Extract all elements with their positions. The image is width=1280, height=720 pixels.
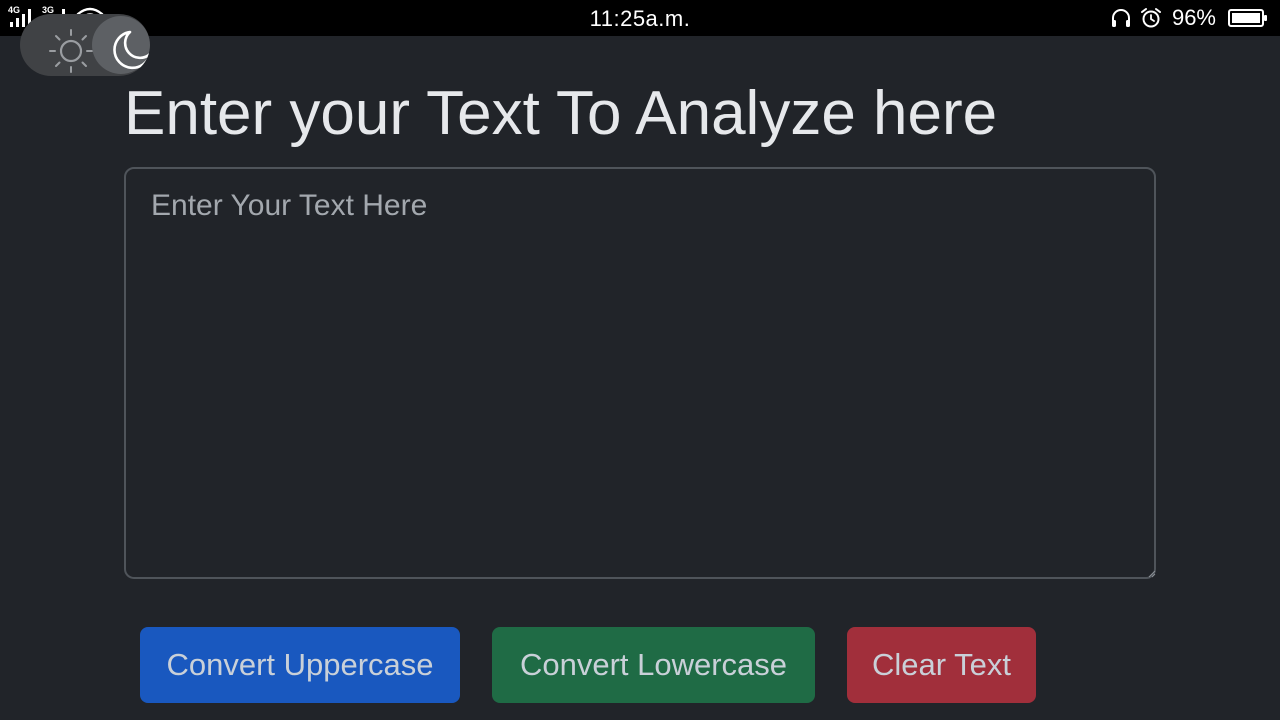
moon-icon xyxy=(113,30,150,70)
status-right: 96% xyxy=(1110,5,1268,31)
alarm-icon xyxy=(1140,8,1161,28)
battery-icon xyxy=(1228,9,1267,27)
battery-percent: 96% xyxy=(1171,5,1216,30)
page-title: Enter your Text To Analyze here xyxy=(124,79,998,148)
sun-icon xyxy=(49,29,93,73)
status-time: 11:25a.m. xyxy=(589,6,691,31)
resize-grip-icon[interactable] xyxy=(1146,568,1156,578)
clear-text-button[interactable]: Clear Text xyxy=(847,627,1036,703)
convert-lowercase-button[interactable]: Convert Lowercase xyxy=(492,627,815,703)
status-bar: 4G 3G 11:25a.m. 96% xyxy=(0,0,1280,36)
convert-uppercase-button[interactable]: Convert Uppercase xyxy=(140,627,460,703)
theme-toggle[interactable] xyxy=(20,14,150,76)
headset-icon xyxy=(1111,9,1130,27)
text-input[interactable] xyxy=(124,167,1156,579)
